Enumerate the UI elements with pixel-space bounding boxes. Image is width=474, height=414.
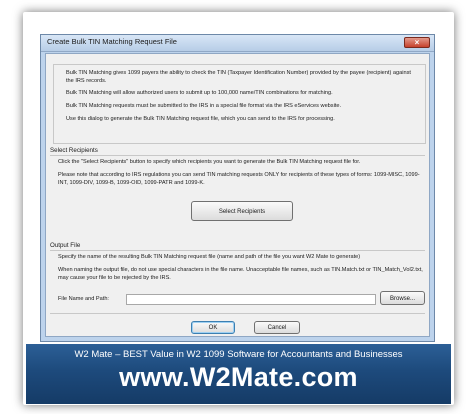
banner-tagline: W2 Mate – BEST Value in W2 1099 Software…: [74, 349, 403, 360]
close-button[interactable]: ×: [404, 37, 430, 48]
promo-banner: W2 Mate – BEST Value in W2 1099 Software…: [26, 344, 451, 404]
output-separator: [50, 250, 425, 251]
intro-text-1: Bulk TIN Matching gives 1099 payers the …: [66, 70, 411, 84]
close-icon: ×: [414, 38, 420, 47]
window-title: Create Bulk TIN Matching Request File: [47, 37, 177, 46]
output-file-section-title: Output File: [50, 242, 81, 249]
banner-website: www.W2Mate.com: [119, 362, 358, 392]
file-path-input[interactable]: [126, 294, 376, 305]
recipients-separator: [50, 155, 425, 156]
recipients-text-2: Please note that according to IRS regula…: [58, 172, 420, 186]
footer-separator: [50, 313, 425, 314]
select-recipients-button[interactable]: Select Recipients: [191, 201, 293, 221]
output-text-2: When naming the output file, do not use …: [58, 267, 423, 281]
recipients-text-1: Click the "Select Recipients" button to …: [58, 159, 361, 165]
intro-text-4: Use this dialog to generate the Bulk TIN…: [66, 116, 335, 122]
cancel-button[interactable]: Cancel: [254, 321, 300, 334]
intro-text-3: Bulk TIN Matching requests must be submi…: [66, 103, 342, 109]
dialog-window: Create Bulk TIN Matching Request File × …: [40, 34, 435, 342]
file-path-value: [127, 304, 129, 310]
ok-button[interactable]: OK: [191, 321, 235, 334]
file-name-label: File Name and Path:: [58, 296, 109, 302]
dialog-client-area: Bulk TIN Matching gives 1099 payers the …: [45, 53, 430, 337]
browse-button[interactable]: Browse...: [380, 291, 425, 305]
intro-text-2: Bulk TIN Matching will allow authorized …: [66, 90, 333, 96]
output-text-1: Specify the name of the resulting Bulk T…: [58, 254, 361, 260]
select-recipients-section-title: Select Recipients: [50, 147, 98, 154]
title-bar: Create Bulk TIN Matching Request File ×: [41, 35, 434, 52]
intro-panel: Bulk TIN Matching gives 1099 payers the …: [53, 64, 426, 144]
